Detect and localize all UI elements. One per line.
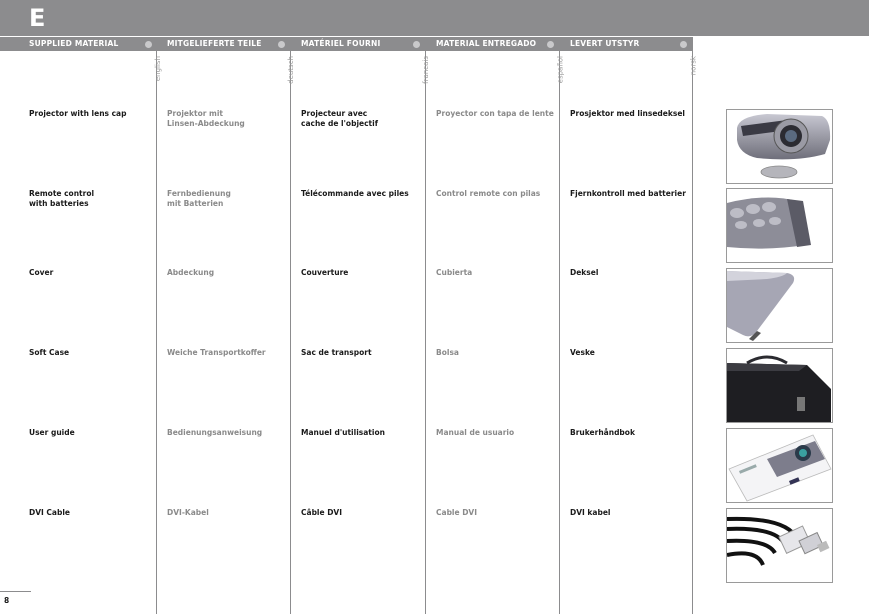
column-header-espanol: MATERIAL ENTREGADO [436, 39, 537, 48]
row-fr: Projecteur avec cache de l'objectif [301, 109, 378, 128]
row-en: Projector with lens cap [29, 109, 127, 118]
column-header-francais: MATÉRIEL FOURNI [301, 39, 381, 48]
user-guide-image [726, 428, 833, 503]
bullet-dot-icon [680, 41, 687, 48]
row-no: Deksel [570, 268, 599, 277]
section-letter: E [29, 4, 46, 32]
header-bar [0, 0, 869, 36]
bullet-dot-icon [278, 41, 285, 48]
row-no: DVI kabel [570, 508, 611, 517]
row-no: Brukerhåndbok [570, 428, 635, 437]
row-en: User guide [29, 428, 75, 437]
cover-image [726, 268, 833, 343]
row-en: Remote control with batteries [29, 189, 95, 208]
row-fr: Sac de transport [301, 348, 372, 357]
column-header-english: SUPPLIED MATERIAL [29, 39, 119, 48]
row-de: Weiche Transportkoffer [167, 348, 266, 357]
row-de: DVI-Kabel [167, 508, 209, 517]
header-divider [0, 36, 869, 37]
row-es: Cable DVI [436, 508, 478, 517]
lang-tag-norsk: norsk [689, 56, 697, 76]
row-es: Cubierta [436, 268, 473, 277]
dvi-cable-image [726, 508, 833, 583]
lang-tag-francais: francais [422, 56, 430, 84]
lang-tag-english: english [154, 56, 162, 82]
bullet-dot-icon [145, 41, 152, 48]
row-es: Bolsa [436, 348, 459, 357]
row-fr: Télécommande avec piles [301, 189, 409, 198]
lang-tag-deutsch: deutsch [287, 56, 295, 84]
row-es: Manual de usuario [436, 428, 515, 437]
column-header-norsk: LEVERT UTSTYR [570, 39, 640, 48]
lang-tag-espanol: español [556, 56, 564, 84]
row-de: Abdeckung [167, 268, 215, 277]
column-header-deutsch: MITGELIEFERTE TEILE [167, 39, 262, 48]
row-de: Bedienungsanweisung [167, 428, 263, 437]
row-no: Prosjektor med linsedeksel [570, 109, 685, 118]
soft-case-image [726, 348, 833, 423]
row-en: DVI Cable [29, 508, 71, 517]
row-es: Control remote con pilas [436, 189, 541, 198]
remote-control-image [726, 188, 833, 263]
row-fr: Couverture [301, 268, 349, 277]
row-es: Proyector con tapa de lente [436, 109, 554, 118]
row-fr: Câble DVI [301, 508, 343, 517]
column-divider [425, 51, 426, 614]
column-divider [692, 51, 693, 614]
row-de: Projektor mit Linsen-Abdeckung [167, 109, 245, 128]
bullet-dot-icon [547, 41, 554, 48]
row-no: Fjernkontroll med batterier [570, 189, 686, 198]
projector-image [726, 109, 833, 184]
page-number: 8 [4, 596, 10, 605]
row-de: Fernbedienung mit Batterien [167, 189, 231, 208]
page-number-rule [0, 591, 31, 592]
column-divider [559, 51, 560, 614]
row-no: Veske [570, 348, 595, 357]
row-fr: Manuel d'utilisation [301, 428, 385, 437]
column-divider [290, 51, 291, 614]
bullet-dot-icon [413, 41, 420, 48]
column-divider [156, 51, 157, 614]
row-en: Soft Case [29, 348, 70, 357]
row-en: Cover [29, 268, 54, 277]
